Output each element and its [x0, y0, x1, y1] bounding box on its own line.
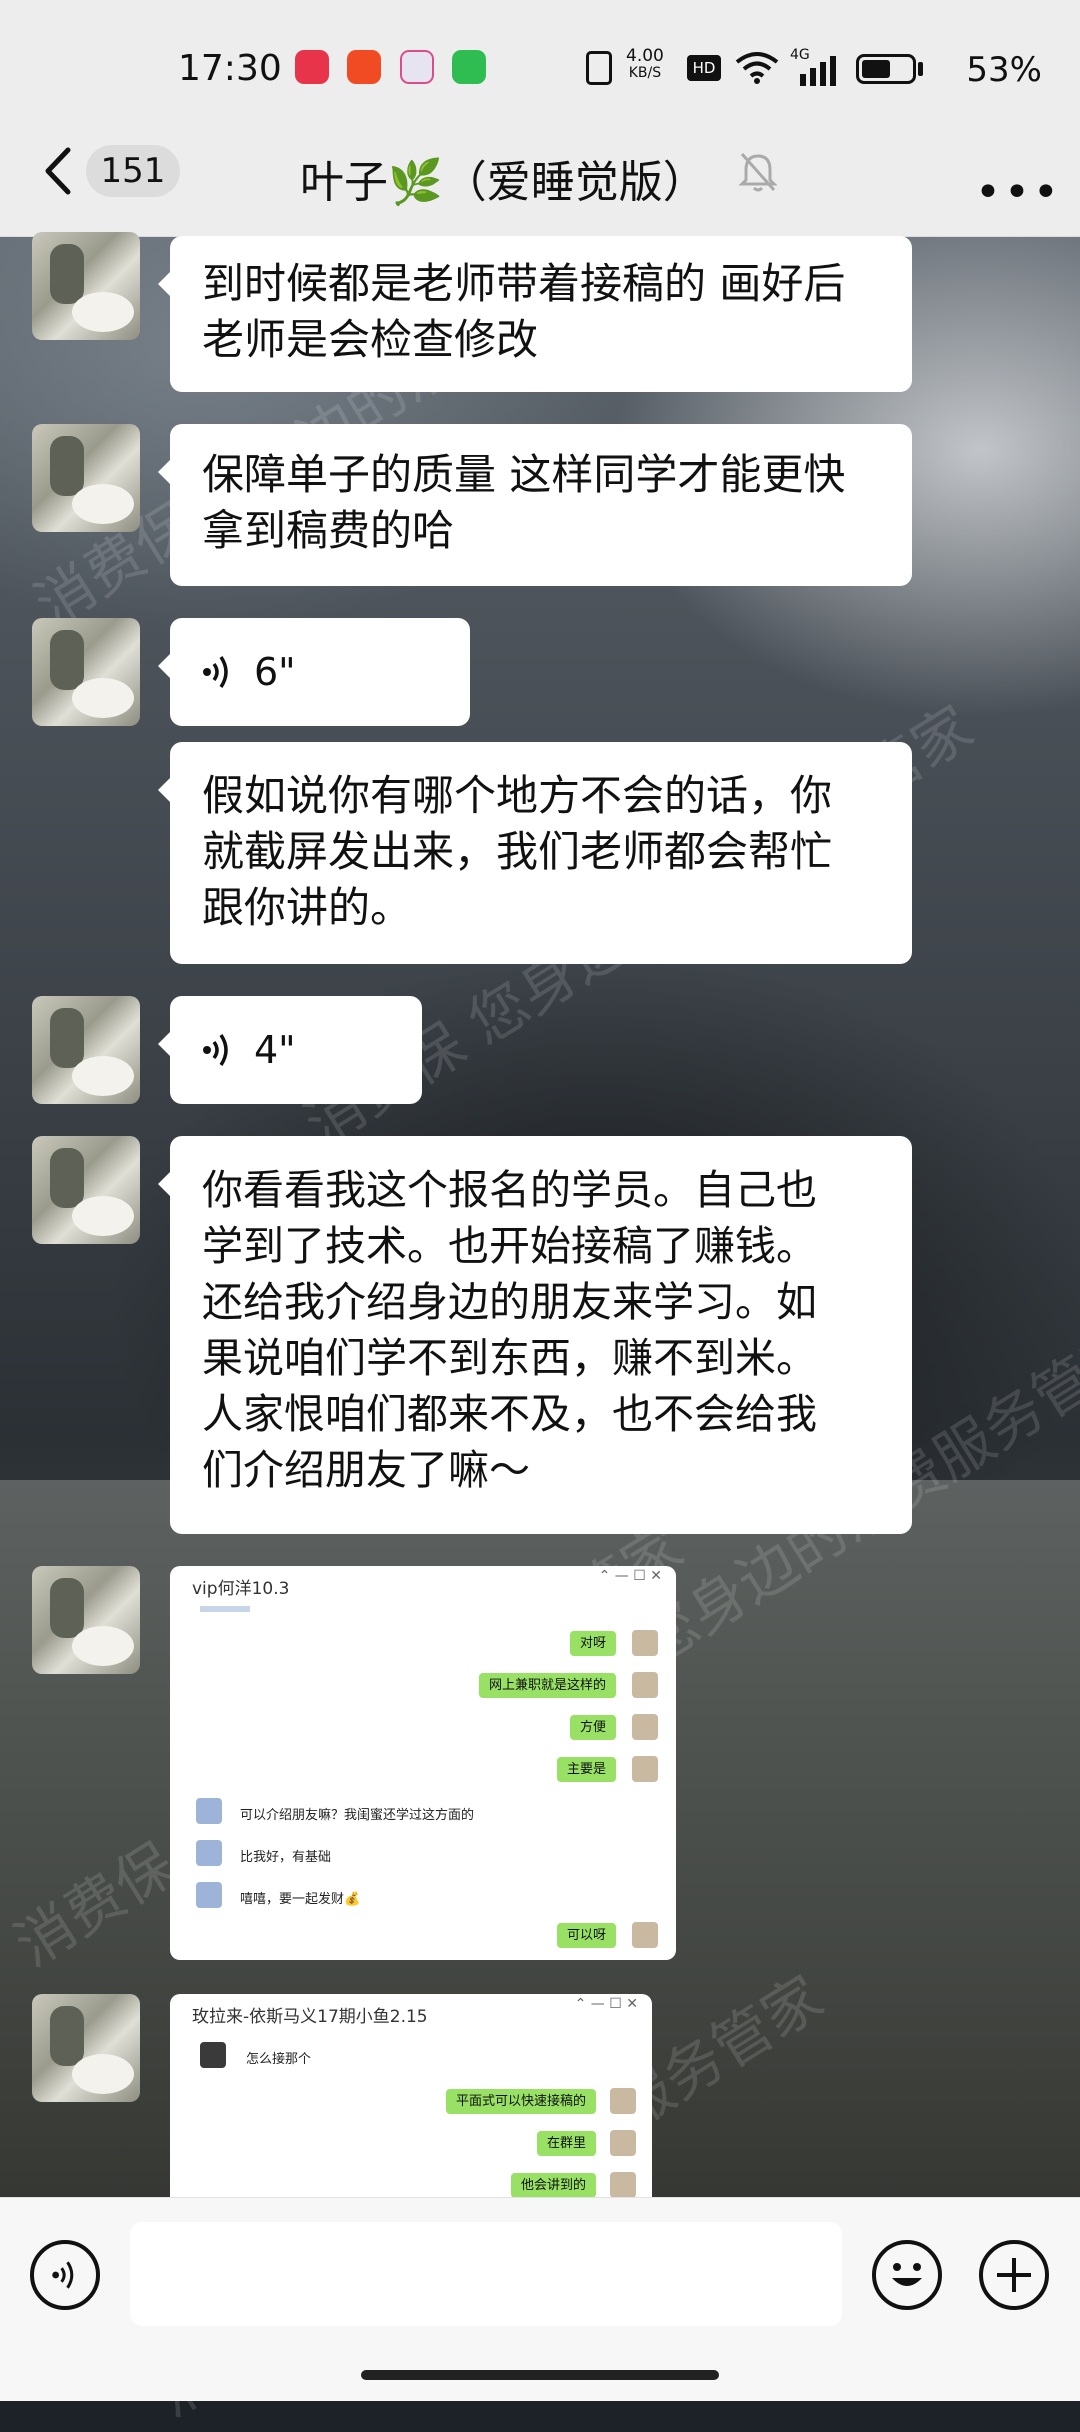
screenshot-message: 可以呀 — [556, 1923, 616, 1948]
more-icon[interactable]: ••• — [975, 167, 1062, 218]
mute-bell-icon — [738, 153, 778, 192]
net-speed-value: 4.00 — [626, 46, 664, 66]
image-message-chat-screenshot[interactable]: vip何洋10.3 ⌃ — ☐ ✕ 对呀 网上兼职就是这样的 方便 主要是 可以… — [170, 1566, 676, 1960]
unread-count-badge[interactable]: 151 — [86, 145, 180, 197]
sender-avatar[interactable] — [32, 424, 140, 532]
screenshot-avatar — [632, 1714, 658, 1740]
plus-icon — [997, 2258, 1031, 2292]
plus-button[interactable] — [979, 2240, 1049, 2310]
emoji-button[interactable] — [872, 2240, 942, 2310]
battery-percent: 53% — [966, 50, 1042, 90]
message-line: 们介绍朋友了嘛～ — [202, 1446, 530, 1494]
voice-input-button[interactable] — [30, 2240, 100, 2310]
screenshot-message: 在群里 — [536, 2131, 596, 2156]
voice-message[interactable]: 6" — [158, 618, 470, 726]
screenshot-avatar — [632, 1756, 658, 1782]
screenshot-avatar — [610, 2130, 636, 2156]
emoji-icon — [892, 2263, 922, 2286]
nfc-icon — [586, 51, 612, 85]
message-line: 保障单子的质量 这样同学才能更快 — [202, 450, 846, 499]
screenshot-message: 方便 — [569, 1715, 616, 1740]
message-line: 老师是会检查修改 — [202, 315, 539, 364]
screenshot-chat-title: 玫拉来-依斯马义17期小鱼2.15 — [192, 2007, 428, 2027]
message-line: 学到了技术。也开始接稿了赚钱。 — [202, 1222, 817, 1270]
voice-icon — [203, 656, 228, 688]
message-bubble[interactable]: 假如说你有哪个地方不会的话，你 就截屏发出来，我们老师都会帮忙 跟你讲的。 — [158, 742, 912, 964]
sender-avatar[interactable] — [32, 232, 140, 340]
screenshot-avatar — [610, 2088, 636, 2114]
message-line: 跟你讲的。 — [202, 883, 413, 932]
video-app-icon — [347, 50, 381, 84]
app-notification-icon — [295, 50, 329, 84]
message-line: 果说咱们学不到东西，赚不到米。 — [202, 1334, 817, 1382]
message-bubble[interactable]: 你看看我这个报名的学员。自己也 学到了技术。也开始接稿了赚钱。 还给我介绍身边的… — [158, 1136, 912, 1534]
message-line: 你看看我这个报名的学员。自己也 — [202, 1166, 817, 1214]
screenshot-avatar — [196, 1882, 222, 1908]
message-bubble[interactable]: 保障单子的质量 这样同学才能更快 拿到稿费的哈 — [158, 424, 912, 586]
hd-icon: HD — [687, 55, 721, 81]
voice-icon — [52, 2261, 74, 2289]
voice-duration: 4" — [254, 1028, 296, 1072]
screenshot-avatar — [632, 1672, 658, 1698]
battery-icon — [856, 54, 916, 84]
message-line: 到时候都是老师带着接稿的 画好后 — [202, 259, 846, 308]
voice-icon — [203, 1034, 228, 1066]
screenshot-avatar — [632, 1922, 658, 1948]
sender-avatar[interactable] — [32, 1136, 140, 1244]
message-line: 拿到稿费的哈 — [202, 506, 455, 555]
window-controls: ⌃ — ☐ ✕ — [598, 1568, 662, 1584]
screenshot-message: 比我好，有基础 — [240, 1850, 332, 1865]
chat-title[interactable]: 叶子🌿（爱睡觉版） — [300, 146, 707, 210]
message-line: 假如说你有哪个地方不会的话，你 — [202, 771, 833, 820]
signal-icon — [800, 56, 836, 86]
sender-avatar[interactable] — [32, 1994, 140, 2102]
screenshot-message: 嘻嘻，要一起发财💰 — [240, 1892, 361, 1907]
screenshot-chat-title: vip何洋10.3 — [192, 1579, 290, 1599]
screenshot-message: 可以介绍朋友嘛？我闺蜜还学过这方面的 — [240, 1808, 475, 1823]
messages-icon — [452, 50, 486, 84]
screenshot-avatar — [610, 2172, 636, 2198]
screenshot-message: 对呀 — [569, 1631, 616, 1656]
screenshot-avatar — [632, 1630, 658, 1656]
screenshot-message: 主要是 — [556, 1757, 616, 1782]
sender-avatar[interactable] — [32, 996, 140, 1104]
app-store-icon — [400, 50, 434, 84]
status-bar: 17:30 4.00 KB/S HD 4G 53% — [0, 0, 1080, 140]
voice-message[interactable]: 4" — [158, 996, 422, 1104]
screenshot-avatar — [200, 2042, 226, 2068]
screenshot-message: 网上兼职就是这样的 — [478, 1673, 616, 1698]
screenshot-message: 怎么接那个 — [246, 2052, 312, 2067]
screenshot-message: 平面式可以快速接稿的 — [445, 2089, 596, 2114]
message-line: 就截屏发出来，我们老师都会帮忙 — [202, 827, 833, 876]
back-arrow-icon[interactable] — [40, 146, 74, 196]
screenshot-avatar — [196, 1798, 222, 1824]
voice-duration: 6" — [254, 650, 296, 694]
wifi-icon — [735, 52, 779, 84]
image-message-chat-screenshot[interactable]: 玫拉来-依斯马义17期小鱼2.15 ⌃ — ☐ ✕ 怎么接那个 平面式可以快速接… — [170, 1994, 652, 2204]
window-controls: ⌃ — ☐ ✕ — [574, 1996, 638, 2012]
net-speed-unit: KB/S — [628, 65, 662, 81]
home-indicator[interactable] — [361, 2370, 719, 2380]
message-bubble[interactable]: 到时候都是老师带着接稿的 画好后 老师是会检查修改 — [158, 236, 912, 392]
message-input[interactable] — [130, 2222, 842, 2326]
sender-avatar[interactable] — [32, 1566, 140, 1674]
message-line: 人家恨咱们都来不及，也不会给我 — [202, 1390, 817, 1438]
status-time: 17:30 — [178, 48, 282, 89]
screenshot-avatar — [196, 1840, 222, 1866]
message-line: 还给我介绍身边的朋友来学习。如 — [202, 1278, 817, 1326]
sender-avatar[interactable] — [32, 618, 140, 726]
screenshot-message: 他会讲到的 — [510, 2173, 596, 2198]
